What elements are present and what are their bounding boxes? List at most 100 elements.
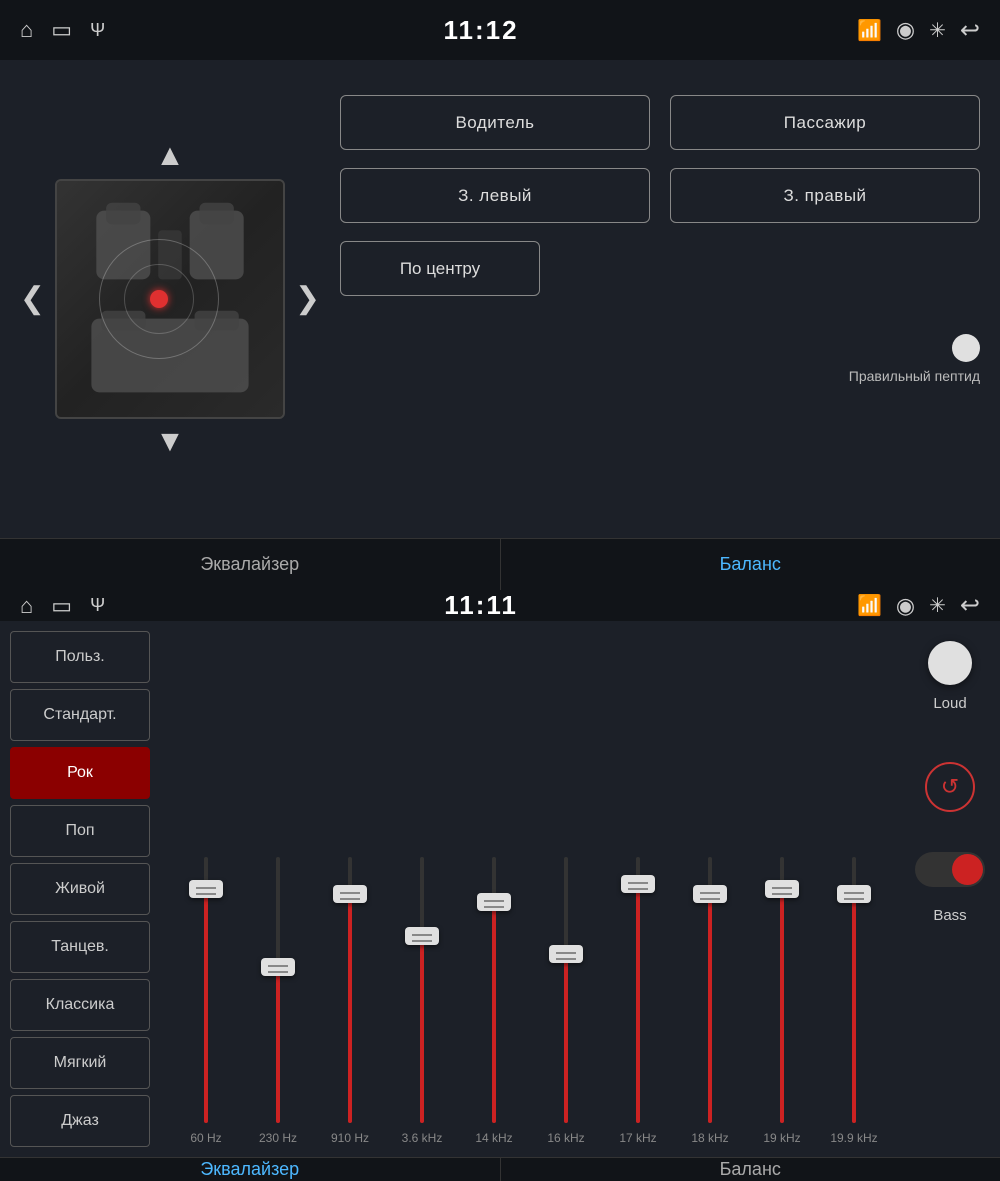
- slider-fill-6: [636, 884, 640, 1123]
- slider-column-5: 16 kHz: [541, 827, 591, 1147]
- slider-label-5: 16 kHz: [547, 1131, 584, 1147]
- usb-icon[interactable]: Ψ: [90, 20, 105, 41]
- balance-content: ▲ ❮: [0, 60, 1000, 538]
- home-icon[interactable]: ⌂: [20, 17, 33, 43]
- slider-track-1[interactable]: [276, 857, 280, 1123]
- tab-balance-bottom[interactable]: Баланс: [501, 1158, 1000, 1181]
- slider-label-8: 19 kHz: [763, 1131, 800, 1147]
- slider-fill-8: [780, 889, 784, 1123]
- car-right-button[interactable]: ❯: [295, 284, 320, 314]
- preset-polz[interactable]: Польз.: [10, 631, 150, 683]
- correct-label-area: Правильный пептид: [340, 334, 980, 384]
- center-button[interactable]: По центру: [340, 241, 540, 296]
- loud-label: Loud: [933, 695, 966, 712]
- slider-column-7: 18 kHz: [685, 827, 735, 1147]
- bottom-panel: ⌂ ▭ Ψ 11:11 📶 ◉ ✳ ↩ Польз.Стандарт.РокПо…: [0, 590, 1000, 1181]
- slider-track-7[interactable]: [708, 857, 712, 1123]
- location-icon-bottom[interactable]: ◉: [896, 593, 915, 619]
- time-display-bottom: 11:11: [444, 590, 518, 621]
- eq-content: Польз. Стандарт. Рок Поп Живой Танцев. Классик…: [0, 621, 1000, 1157]
- slider-column-3: 3.6 kHz: [397, 827, 447, 1147]
- status-bar-bottom: ⌂ ▭ Ψ 11:11 📶 ◉ ✳ ↩: [0, 590, 1000, 621]
- center-btn-row: По центру: [340, 241, 980, 296]
- status-bar-bottom-left: ⌂ ▭ Ψ: [20, 593, 105, 619]
- slider-label-2: 910 Hz: [331, 1131, 369, 1147]
- slider-column-0: 60 Hz: [181, 827, 231, 1147]
- slider-thumb-8[interactable]: [765, 880, 799, 898]
- slider-column-9: 19.9 kHz: [829, 827, 879, 1147]
- top-panel: ⌂ ▭ Ψ 11:12 📶 ◉ ✳ ↩ ▲ ❮: [0, 0, 1000, 590]
- rear-left-button[interactable]: З. левый: [340, 168, 650, 223]
- slider-thumb-7[interactable]: [693, 885, 727, 903]
- slider-thumb-0[interactable]: [189, 880, 223, 898]
- presets-sidebar: Польз. Стандарт. Рок Поп Живой Танцев. Классик…: [0, 621, 160, 1157]
- car-left-button[interactable]: ❮: [20, 284, 45, 314]
- correct-knob[interactable]: [952, 334, 980, 362]
- tab-equalizer-bottom[interactable]: Эквалайзер: [0, 1158, 500, 1181]
- preset-pop[interactable]: Поп: [10, 805, 150, 857]
- slider-track-6[interactable]: [636, 857, 640, 1123]
- eq-sliders-area: 60 Hz230 Hz910 Hz3.6 kHz14 kHz16 kHz17 k…: [160, 621, 900, 1157]
- back-icon-top[interactable]: ↩: [960, 16, 980, 45]
- slider-track-3[interactable]: [420, 857, 424, 1123]
- preset-tants[interactable]: Танцев.: [10, 921, 150, 973]
- bluetooth-icon-bottom[interactable]: ✳: [929, 593, 946, 618]
- slider-track-9[interactable]: [852, 857, 856, 1123]
- car-row: ❮: [20, 179, 320, 419]
- eq-right-controls: Loud ↺ Bass: [900, 621, 1000, 1157]
- rear-right-button[interactable]: З. правый: [670, 168, 980, 223]
- screen-icon[interactable]: ▭: [51, 17, 72, 43]
- slider-fill-1: [276, 967, 280, 1123]
- slider-thumb-1[interactable]: [261, 958, 295, 976]
- slider-thumb-9[interactable]: [837, 885, 871, 903]
- slider-thumb-3[interactable]: [405, 927, 439, 945]
- slider-column-2: 910 Hz: [325, 827, 375, 1147]
- tab-equalizer-top[interactable]: Эквалайзер: [0, 539, 500, 590]
- passenger-button[interactable]: Пассажир: [670, 95, 980, 150]
- slider-fill-4: [492, 902, 496, 1123]
- slider-thumb-4[interactable]: [477, 893, 511, 911]
- driver-button[interactable]: Водитель: [340, 95, 650, 150]
- preset-klassika[interactable]: Классика: [10, 979, 150, 1031]
- bass-label: Bass: [933, 907, 966, 924]
- car-up-button[interactable]: ▲: [155, 141, 185, 171]
- loud-knob[interactable]: [928, 641, 972, 685]
- slider-thumb-5[interactable]: [549, 945, 583, 963]
- sound-position-dot[interactable]: [150, 290, 168, 308]
- tab-balance-top[interactable]: Баланс: [501, 539, 1000, 590]
- slider-track-8[interactable]: [780, 857, 784, 1123]
- bluetooth-icon-top[interactable]: ✳: [929, 18, 946, 43]
- sliders-container: 60 Hz230 Hz910 Hz3.6 kHz14 kHz16 kHz17 k…: [170, 636, 890, 1157]
- cast-icon-bottom[interactable]: 📶: [857, 593, 882, 618]
- slider-track-2[interactable]: [348, 857, 352, 1123]
- rear-seat-row: З. левый З. правый: [340, 168, 980, 223]
- slider-label-4: 14 kHz: [475, 1131, 512, 1147]
- time-display-top: 11:12: [444, 15, 519, 46]
- slider-fill-9: [852, 894, 856, 1123]
- slider-track-5[interactable]: [564, 857, 568, 1123]
- usb-icon-bottom[interactable]: Ψ: [90, 595, 105, 616]
- slider-column-8: 19 kHz: [757, 827, 807, 1147]
- reset-button[interactable]: ↺: [925, 762, 975, 812]
- slider-thumb-6[interactable]: [621, 875, 655, 893]
- preset-rok[interactable]: Рок: [10, 747, 150, 799]
- bass-toggle[interactable]: [915, 852, 985, 887]
- slider-thumb-2[interactable]: [333, 885, 367, 903]
- screen-icon-bottom[interactable]: ▭: [51, 593, 72, 619]
- preset-zhivoy[interactable]: Живой: [10, 863, 150, 915]
- car-down-button[interactable]: ▼: [155, 427, 185, 457]
- preset-standart[interactable]: Стандарт.: [10, 689, 150, 741]
- car-image[interactable]: [55, 179, 285, 419]
- preset-myagkiy[interactable]: Мягкий: [10, 1037, 150, 1089]
- preset-dzhaz[interactable]: Джаз: [10, 1095, 150, 1147]
- home-icon-bottom[interactable]: ⌂: [20, 593, 33, 619]
- slider-track-4[interactable]: [492, 857, 496, 1123]
- slider-fill-0: [204, 889, 208, 1123]
- slider-label-3: 3.6 kHz: [402, 1131, 443, 1147]
- slider-track-0[interactable]: [204, 857, 208, 1123]
- cast-icon-top[interactable]: 📶: [857, 18, 882, 43]
- back-icon-bottom[interactable]: ↩: [960, 591, 980, 620]
- location-icon-top[interactable]: ◉: [896, 17, 915, 43]
- slider-label-0: 60 Hz: [190, 1131, 221, 1147]
- slider-label-6: 17 kHz: [619, 1131, 656, 1147]
